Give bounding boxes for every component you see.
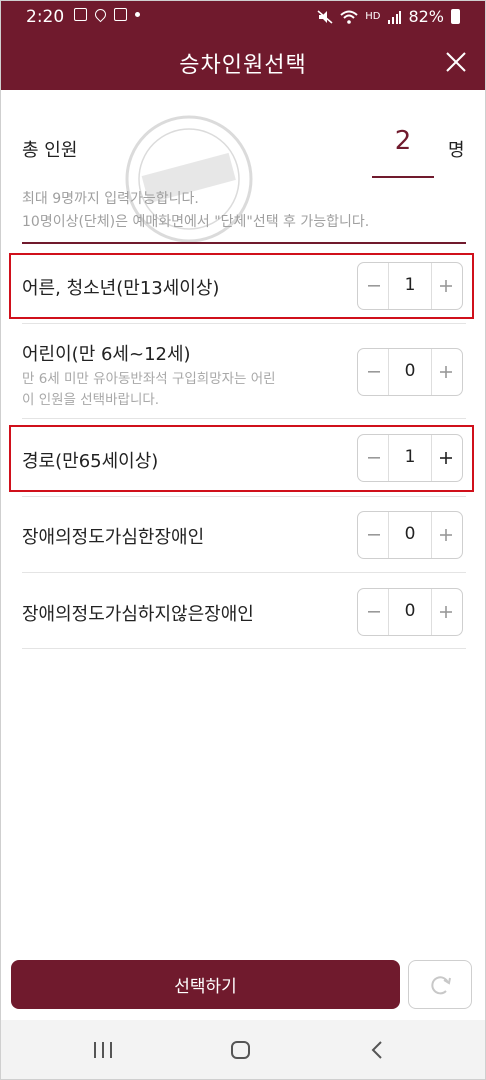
system-icons: HD 82% (317, 7, 460, 26)
refresh-icon (431, 975, 451, 994)
mute-icon (317, 9, 333, 24)
quantity-stepper-mild-disability: 0 (357, 588, 463, 636)
notice-line-2: 10명이상(단체)은 예매화면에서 "단체"선택 후 가능합니다. (22, 214, 370, 230)
plus-button-severe-disability[interactable] (431, 512, 460, 558)
stepper-value-severe-disability: 0 (404, 524, 416, 544)
back-button[interactable] (362, 1038, 392, 1062)
total-count-underline (372, 176, 434, 178)
stepper-value-mild-disability: 0 (404, 601, 416, 621)
stepper-value-child: 0 (404, 361, 416, 381)
row-divider (22, 323, 466, 324)
stepper-value-senior: 1 (404, 447, 416, 467)
minus-button-child[interactable] (360, 349, 389, 395)
plus-icon (440, 529, 452, 541)
plus-button-senior[interactable] (431, 435, 460, 481)
status-time: 2:20 (26, 7, 65, 27)
page-title: 승차인원선택 (179, 53, 307, 78)
passenger-label-adult: 어른, 청소년(만13세이상) (22, 278, 220, 299)
row-divider (22, 648, 466, 649)
plus-icon (440, 366, 452, 378)
header: 승차인원선택 (0, 34, 486, 90)
minus-button-severe-disability[interactable] (360, 512, 389, 558)
notice-divider (22, 242, 466, 244)
quantity-stepper-severe-disability: 0 (357, 511, 463, 559)
back-icon (371, 1041, 382, 1059)
refresh-button[interactable] (408, 960, 472, 1009)
recent-apps-button[interactable] (88, 1038, 118, 1062)
total-label: 총 인원 (22, 140, 78, 161)
minus-button-adult[interactable] (360, 263, 389, 309)
notice-line-1: 최대 9명까지 입력가능합니다. (22, 191, 199, 207)
battery-percent: 82% (408, 7, 444, 26)
more-dot-icon (135, 12, 140, 17)
location-icon (92, 6, 109, 23)
minus-button-mild-disability[interactable] (360, 589, 389, 635)
wifi-icon (340, 10, 358, 24)
minus-icon (368, 611, 380, 613)
quantity-stepper-child: 0 (357, 348, 463, 396)
passenger-label-child: 어린이(만 6세~12세) (22, 344, 191, 365)
note-line-1: 만 6세 미만 유아동반좌석 구입희망자는 어린 (22, 371, 276, 387)
app-icon (114, 8, 127, 21)
notification-icons (74, 6, 140, 23)
minus-icon (368, 371, 380, 373)
passenger-note-child: 만 6세 미만 유아동반좌석 구입희망자는 어린 이 인원을 선택바랍니다. (22, 369, 342, 411)
quantity-stepper-senior: 1 (357, 434, 463, 482)
recent-apps-icon (94, 1042, 112, 1058)
row-divider (22, 418, 466, 419)
plus-button-child[interactable] (431, 349, 460, 395)
battery-icon (451, 9, 460, 24)
close-icon[interactable] (442, 48, 470, 76)
plus-button-mild-disability[interactable] (431, 589, 460, 635)
hd-voice-badge: HD (365, 11, 381, 22)
passenger-label-mild-disability: 장애의정도가심하지않은장애인 (22, 604, 254, 625)
image-icon (74, 8, 87, 21)
minus-icon (368, 285, 380, 287)
passenger-label-severe-disability: 장애의정도가심한장애인 (22, 527, 205, 548)
plus-icon (440, 452, 452, 464)
plus-icon (440, 606, 452, 618)
home-button[interactable] (226, 1038, 256, 1062)
plus-icon (440, 280, 452, 292)
home-icon (231, 1041, 250, 1059)
plus-button-adult[interactable] (431, 263, 460, 309)
minus-icon (368, 457, 380, 459)
total-count: 2 (394, 126, 412, 156)
status-bar: 2:20 HD 82% (0, 0, 486, 34)
row-divider (22, 572, 466, 573)
passenger-label-senior: 경로(만65세이상) (22, 451, 159, 472)
minus-icon (368, 534, 380, 536)
note-line-2: 이 인원을 선택바랍니다. (22, 392, 160, 408)
select-button[interactable]: 선택하기 (11, 960, 400, 1009)
system-navigation-bar (0, 1020, 486, 1080)
signal-icon (388, 10, 402, 24)
total-unit: 명 (448, 140, 465, 161)
quantity-stepper-adult: 1 (357, 262, 463, 310)
stepper-value-adult: 1 (404, 275, 416, 295)
row-divider (22, 496, 466, 497)
notice-text: 최대 9명까지 입력가능합니다. 10명이상(단체)은 예매화면에서 "단체"선… (22, 188, 369, 234)
minus-button-senior[interactable] (360, 435, 389, 481)
